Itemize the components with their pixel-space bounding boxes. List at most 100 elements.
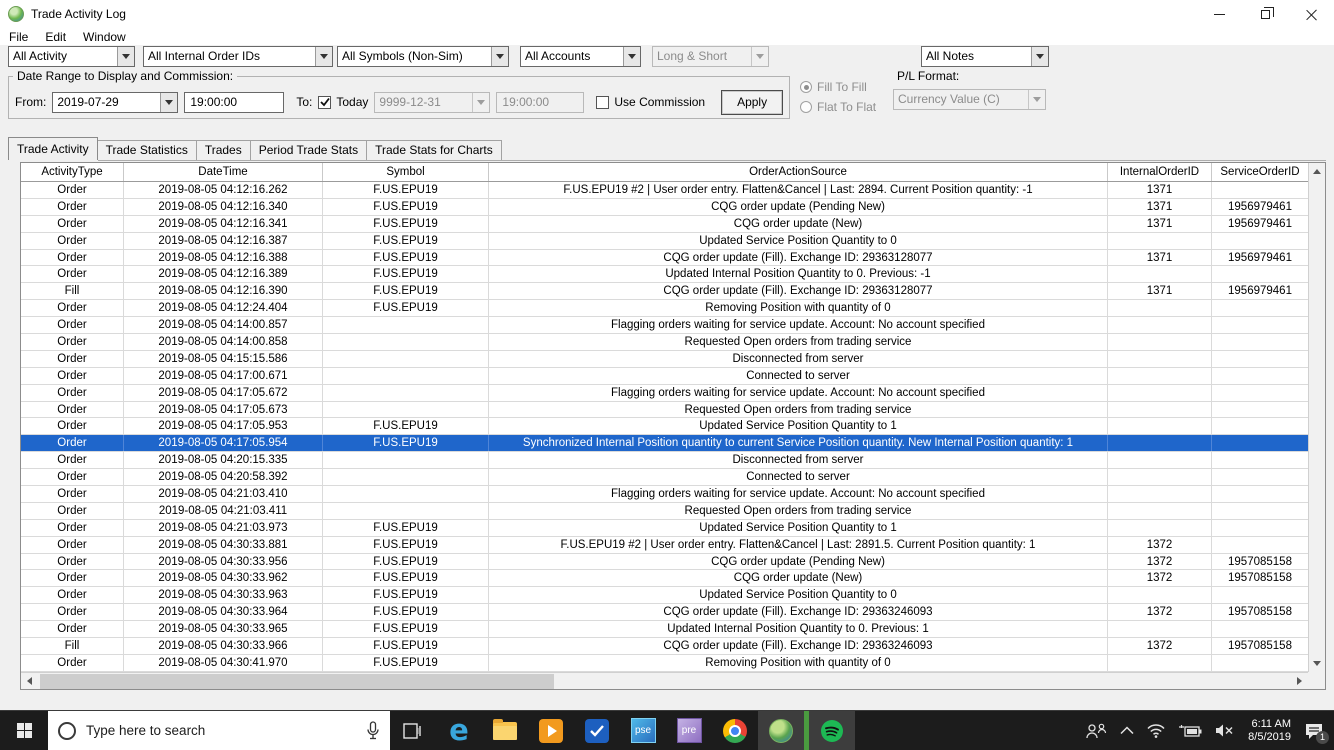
restore-button[interactable] [1242,0,1288,28]
column-header-internalorderid[interactable]: InternalOrderID [1108,163,1212,181]
table-cell: Order [21,570,124,587]
premiere-elements-button[interactable]: pre [666,711,712,750]
use-commission-checkbox[interactable]: Use Commission [596,95,705,109]
table-row[interactable]: Order 2019-08-05 04:21:03.410 Flagging ord… [21,486,1308,503]
chevron-down-icon[interactable] [117,47,134,66]
internal-order-ids-dropdown[interactable]: All Internal Order IDs [143,46,333,67]
task-view-button[interactable] [390,711,436,750]
horizontal-scrollbar[interactable] [21,672,1308,689]
movies-tv-button[interactable] [528,711,574,750]
notes-filter-value: All Notes [926,49,975,63]
table-row[interactable]: Order 2019-08-05 04:17:00.671 Connected to… [21,367,1308,385]
hscroll-track[interactable] [38,673,1291,690]
menu-file[interactable]: File [9,30,28,44]
column-header-orderactionsource[interactable]: OrderActionSource [489,163,1108,181]
menu-edit[interactable]: Edit [45,30,66,44]
people-icon[interactable] [1085,723,1107,739]
search-input[interactable]: Type here to search [48,711,390,750]
trade-app-taskbar-button[interactable] [758,711,804,750]
chevron-down-icon [496,54,504,59]
table-row[interactable]: Order 2019-08-05 04:15:15.586 Disconnected… [21,350,1308,368]
column-header-activitytype[interactable]: ActivityType [21,163,124,181]
tab-trade-statistics[interactable]: Trade Statistics [96,140,197,160]
table-row[interactable]: Order 2019-08-05 04:12:16.388 F.US.EPU19 CQ… [21,249,1308,267]
table-cell: 2019-08-05 04:14:00.858 [124,334,323,350]
battery-charging-icon[interactable] [1178,724,1202,738]
hidden-icons-chevron-up-icon[interactable] [1120,726,1134,735]
check-app-button[interactable] [574,711,620,750]
title-bar[interactable]: Trade Activity Log [0,0,1334,28]
from-time-input[interactable]: 19:00:00 [184,91,285,113]
table-row[interactable]: Order 2019-08-05 04:21:03.973 F.US.EPU19 Up… [21,519,1308,537]
table-row[interactable]: Order 2019-08-05 04:12:16.340 F.US.EPU19 CQ… [21,198,1308,216]
table-row[interactable]: Fill 2019-08-05 04:30:33.966 F.US.EPU19 CQG… [21,638,1308,655]
table-row[interactable]: Order 2019-08-05 04:14:00.857 Flagging ord… [21,317,1308,335]
spotify-button[interactable] [809,711,855,750]
notes-filter-dropdown[interactable]: All Notes [921,46,1049,67]
table-row[interactable]: Order 2019-08-05 04:17:05.954 F.US.EPU19 Sy… [21,435,1308,453]
scroll-down-button[interactable] [1309,655,1326,672]
chevron-down-icon[interactable] [315,47,332,66]
table-row[interactable]: Order 2019-08-05 04:30:33.956 F.US.EPU19 CQ… [21,553,1308,571]
table-row[interactable]: Order 2019-08-05 04:20:58.392 Connected to… [21,469,1308,487]
chrome-button[interactable] [712,711,758,750]
column-header-symbol[interactable]: Symbol [323,163,489,181]
table-row[interactable]: Order 2019-08-05 04:30:41.970 F.US.EPU19 Re… [21,654,1308,672]
scroll-right-button[interactable] [1291,673,1308,690]
table-row[interactable]: Order 2019-08-05 04:12:16.387 F.US.EPU19 Up… [21,232,1308,250]
chevron-down-icon[interactable] [491,47,508,66]
table-row[interactable]: Order 2019-08-05 04:30:33.965 F.US.EPU19 Up… [21,621,1308,639]
hscroll-thumb[interactable] [40,673,554,689]
table-row[interactable]: Order 2019-08-05 04:17:05.953 F.US.EPU19 Up… [21,418,1308,436]
from-date-dropdown[interactable]: 2019-07-29 [52,91,179,113]
table-row[interactable]: Order 2019-08-05 04:14:00.858 Requested Op… [21,334,1308,351]
chevron-down-icon[interactable] [623,47,640,66]
tab-period-trade-stats[interactable]: Period Trade Stats [249,140,368,160]
edge-browser-button[interactable]: e [436,711,482,750]
table-row[interactable]: Order 2019-08-05 04:30:33.881 F.US.EPU19 F.… [21,536,1308,554]
activity-filter-dropdown[interactable]: All Activity [8,46,135,67]
volume-muted-icon[interactable] [1215,723,1235,738]
chevron-down-icon[interactable] [160,92,178,112]
file-explorer-button[interactable] [482,711,528,750]
today-checkbox[interactable]: Today [318,95,368,109]
close-button[interactable] [1288,0,1334,28]
start-button[interactable] [0,711,48,750]
chevron-down-icon[interactable] [1031,47,1048,66]
table-row[interactable]: Order 2019-08-05 04:12:16.341 F.US.EPU19 CQ… [21,215,1308,233]
microphone-icon[interactable] [366,720,380,741]
scroll-up-button[interactable] [1309,163,1326,180]
table-row[interactable]: Fill 2019-08-05 04:12:16.390 F.US.EPU19 CQG… [21,283,1308,301]
table-row[interactable]: Order 2019-08-05 04:20:15.335 Disconnected… [21,452,1308,470]
table-row[interactable]: Order 2019-08-05 04:17:05.673 Requested Op… [21,401,1308,419]
table-row[interactable]: Order 2019-08-05 04:12:24.404 F.US.EPU19 Re… [21,300,1308,318]
photoshop-elements-button[interactable]: pse [620,711,666,750]
table-cell: 1371 [1108,249,1212,266]
table-row[interactable]: Order 2019-08-05 04:12:16.389 F.US.EPU19 Up… [21,266,1308,284]
pre-icon: pre [676,718,702,743]
table-row[interactable]: Order 2019-08-05 04:30:33.962 F.US.EPU19 CQ… [21,570,1308,588]
tab-trades[interactable]: Trades [195,140,251,160]
vertical-scrollbar[interactable] [1308,163,1325,672]
table-row[interactable]: Order 2019-08-05 04:12:16.262 F.US.EPU19 F.… [21,182,1308,199]
action-center-button[interactable]: 1 [1304,722,1329,744]
symbols-filter-dropdown[interactable]: All Symbols (Non-Sim) [337,46,509,67]
table-row[interactable]: Order 2019-08-05 04:30:33.964 F.US.EPU19 CQ… [21,604,1308,622]
table-cell [323,502,489,519]
accounts-filter-dropdown[interactable]: All Accounts [520,46,641,67]
table-row[interactable]: Order 2019-08-05 04:17:05.672 Flagging ord… [21,384,1308,402]
column-header-serviceorderid[interactable]: ServiceOrderID [1212,163,1308,181]
column-header-datetime[interactable]: DateTime [124,163,323,181]
table-row[interactable]: Order 2019-08-05 04:21:03.411 Requested Op… [21,502,1308,520]
scroll-left-button[interactable] [21,673,38,690]
menu-window[interactable]: Window [83,30,126,44]
minimize-button[interactable] [1196,0,1242,28]
taskbar-clock[interactable]: 6:11 AM 8/5/2019 [1248,718,1291,744]
tab-trade-activity[interactable]: Trade Activity [8,137,98,160]
table-row[interactable]: Order 2019-08-05 04:30:33.963 F.US.EPU19 Up… [21,587,1308,605]
search-placeholder: Type here to search [86,723,206,738]
apply-button[interactable]: Apply [721,89,784,115]
tab-trade-stats-for-charts[interactable]: Trade Stats for Charts [366,140,502,160]
wifi-icon[interactable] [1147,723,1165,738]
table-cell: 2019-08-05 04:12:16.340 [124,198,323,215]
